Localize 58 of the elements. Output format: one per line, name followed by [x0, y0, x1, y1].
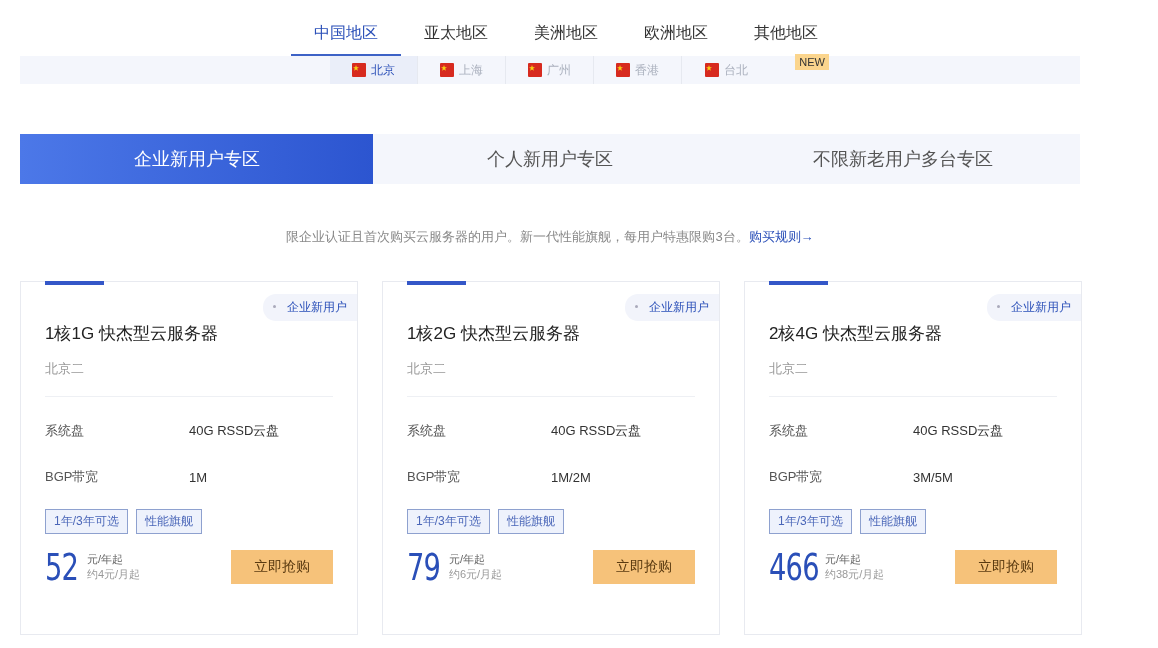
notice-text: 限企业认证且首次购买云服务器的用户。新一代性能旗舰，每用户特惠限购3台。 [286, 228, 749, 246]
location-text: 北京二 [45, 361, 84, 376]
price: 466 [769, 548, 819, 586]
spec-label: BGP带宽 [769, 468, 824, 486]
feature-tag: 1年/3年可选 [769, 509, 852, 534]
spec-label: 系统盘 [769, 422, 809, 440]
feature-tag: 1年/3年可选 [45, 509, 128, 534]
price-unit: 元/年起 [449, 552, 487, 567]
feature-tag: 性能旗舰 [859, 509, 926, 534]
region-tab[interactable]: 其他地区 [731, 18, 841, 56]
product-title: 2核4G 快杰型云服务器 [769, 323, 943, 345]
region-tab[interactable]: 欧洲地区 [621, 18, 731, 56]
monthly-price: 约38元/月起 [825, 567, 885, 582]
region-tab[interactable]: 亚太地区 [401, 18, 511, 56]
city-tab[interactable]: 北京 [330, 56, 418, 84]
segment-tab[interactable]: 企业新用户专区 [20, 134, 374, 184]
product-title: 1核1G 快杰型云服务器 [45, 323, 219, 345]
price-unit: 元/年起 [825, 552, 863, 567]
price: 79 [407, 548, 441, 586]
flag-icon [704, 63, 719, 77]
price-unit: 元/年起 [87, 552, 125, 567]
region-tab[interactable]: 美洲地区 [511, 18, 621, 56]
segment-tab[interactable]: 不限新老用户多台专区 [726, 134, 1080, 184]
spec-label: BGP带宽 [45, 468, 100, 486]
flag-icon [616, 63, 630, 77]
user-tag: 企业新用户 [987, 294, 1081, 321]
spec-value: 1M/2M [551, 469, 591, 485]
spec-label: 系统盘 [407, 422, 447, 440]
feature-tag: 性能旗舰 [497, 509, 564, 534]
feature-tag: 1年/3年可选 [407, 509, 490, 534]
spec-value: 3M/5M [913, 469, 953, 485]
rules-link[interactable]: 购买规则→ [748, 228, 814, 246]
spec-value: 40G RSSD云盘 [913, 422, 1004, 440]
location-text: 北京二 [407, 361, 446, 376]
location-text: 北京二 [769, 361, 808, 376]
card-accent [769, 281, 828, 285]
buy-button[interactable]: 立即抢购 [955, 550, 1057, 584]
card-accent [45, 281, 104, 285]
spec-label: 系统盘 [45, 422, 85, 440]
flag-icon [440, 63, 454, 77]
flag-icon [528, 63, 542, 77]
spec-value: 40G RSSD云盘 [189, 422, 280, 440]
buy-button[interactable]: 立即抢购 [231, 550, 333, 584]
user-tag: 企业新用户 [263, 294, 357, 321]
product-title: 1核2G 快杰型云服务器 [407, 323, 581, 345]
spec-value: 40G RSSD云盘 [551, 422, 642, 440]
user-tag: 企业新用户 [625, 294, 719, 321]
feature-tag: 性能旗舰 [135, 509, 202, 534]
monthly-price: 约4元/月起 [87, 567, 141, 582]
price: 52 [45, 548, 79, 586]
card-accent [407, 281, 466, 285]
spec-label: BGP带宽 [407, 468, 462, 486]
monthly-price: 约6元/月起 [449, 567, 503, 582]
buy-button[interactable]: 立即抢购 [593, 550, 695, 584]
new-badge: NEW [795, 54, 829, 70]
segment-tab[interactable]: 个人新用户专区 [373, 134, 727, 184]
flag-icon [352, 63, 366, 77]
spec-value: 1M [189, 469, 208, 485]
